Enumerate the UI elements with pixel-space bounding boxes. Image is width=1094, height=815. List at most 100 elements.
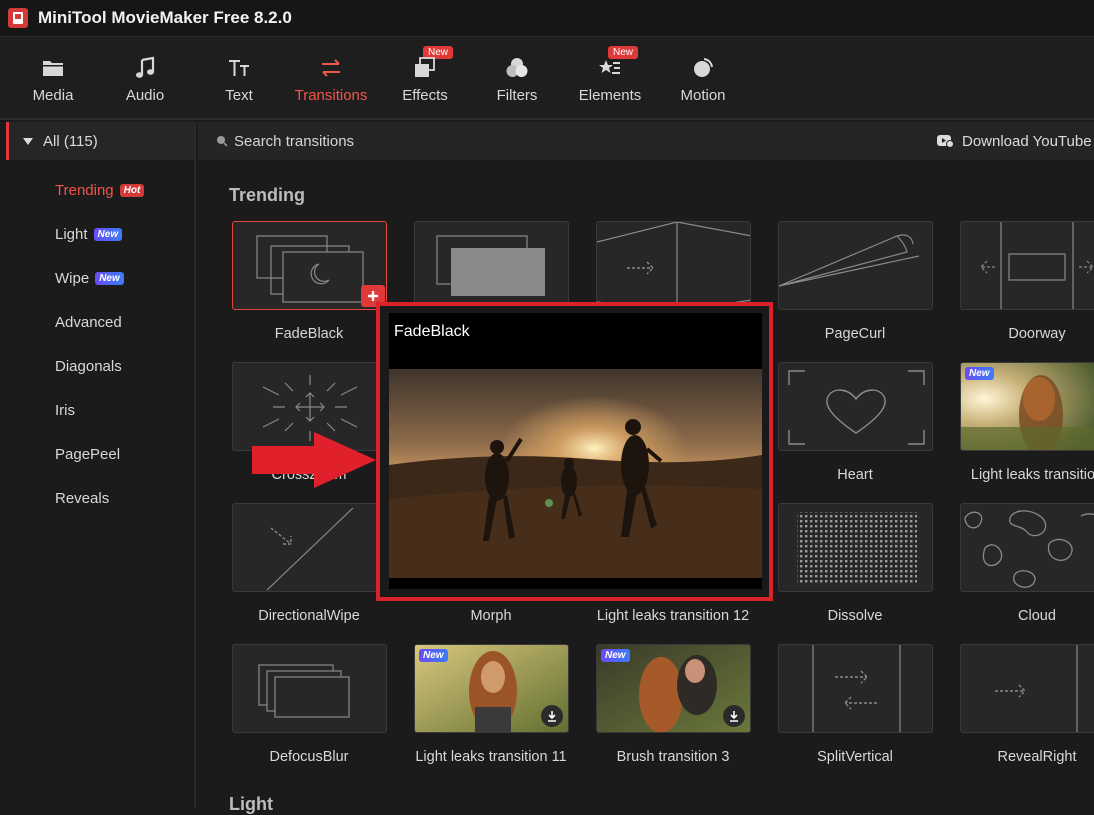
tab-effects[interactable]: New Effects <box>379 37 471 119</box>
category-label: PagePeel <box>55 446 121 463</box>
preview-title: FadeBlack <box>394 323 470 340</box>
circles-icon <box>504 55 530 81</box>
search-input[interactable] <box>234 132 534 150</box>
layers-icon <box>412 55 438 81</box>
transition-card-light-leaks-11[interactable]: New <box>414 644 569 733</box>
youtube-download-icon <box>937 135 954 148</box>
revealright-thumbnail <box>995 645 1078 732</box>
transition-card-light-leaks[interactable]: New <box>960 362 1094 451</box>
category-label: Light <box>55 226 88 243</box>
tab-transitions-label: Transitions <box>294 87 368 104</box>
card-label: Brush transition 3 <box>616 749 730 765</box>
transition-card-revealright[interactable] <box>960 644 1094 733</box>
transition-card-cloud[interactable] <box>960 503 1094 592</box>
category-pagepeel[interactable]: PagePeel <box>55 446 120 463</box>
category-advanced[interactable]: Advanced <box>55 314 122 331</box>
app-logo-icon <box>8 8 28 28</box>
heart-thumbnail <box>788 370 925 445</box>
category-all[interactable]: All (115) <box>6 122 194 160</box>
transition-card[interactable] <box>414 221 569 310</box>
transition-card-dissolve[interactable] <box>778 503 933 592</box>
transition-card-heart[interactable] <box>778 362 933 451</box>
music-note-icon <box>132 55 158 81</box>
tab-media-label: Media <box>32 87 74 104</box>
card-label: Doorway <box>1008 326 1066 342</box>
category-sidebar: All (115) Trending Hot Light New Wipe Ne… <box>0 122 196 808</box>
swap-arrows-icon <box>318 55 344 81</box>
card-label: Morph <box>470 608 512 624</box>
hot-badge: Hot <box>119 184 145 197</box>
tab-text-label: Text <box>225 87 253 104</box>
category-diagonals[interactable]: Diagonals <box>55 358 122 375</box>
tab-text[interactable]: Text <box>193 37 285 119</box>
card-label: SplitVertical <box>817 749 893 765</box>
cloud-thumbnail <box>964 510 1094 588</box>
transition-card[interactable] <box>596 221 751 310</box>
motion-icon <box>690 55 716 81</box>
download-icon[interactable] <box>541 705 563 727</box>
tab-effects-label: Effects <box>402 87 448 104</box>
transition-card-splitvertical[interactable] <box>778 644 933 733</box>
category-label: Diagonals <box>55 358 122 375</box>
card-label: Cloud <box>1018 608 1056 624</box>
transition-card-doorway[interactable] <box>960 221 1094 310</box>
tab-transitions[interactable]: Transitions <box>285 37 377 119</box>
text-icon <box>226 55 252 81</box>
card-label: Heart <box>837 467 873 483</box>
card-label: Light leaks transition 12 <box>596 608 750 624</box>
download-icon[interactable] <box>723 705 745 727</box>
card-label: Light leaks transition <box>970 467 1094 483</box>
tab-elements[interactable]: New Elements <box>564 37 656 119</box>
search-bar: Download YouTube V <box>198 122 1094 160</box>
new-badge: New <box>93 228 123 241</box>
transition-card-brush-3[interactable]: New <box>596 644 751 733</box>
tab-motion[interactable]: Motion <box>657 37 749 119</box>
main-toolbar: Media Audio Text Transitions New Effects… <box>0 36 1094 120</box>
download-youtube-label: Download YouTube V <box>962 132 1094 150</box>
new-badge: New <box>601 649 630 662</box>
folder-icon <box>40 55 66 81</box>
tab-filters-label: Filters <box>496 87 538 104</box>
transition-card-directionalwipe[interactable] <box>232 503 387 592</box>
card-label: RevealRight <box>997 749 1077 765</box>
annotation-arrow-icon <box>250 432 378 493</box>
transition-card-defocusblur[interactable] <box>232 644 387 733</box>
new-badge: New <box>95 272 124 285</box>
category-iris[interactable]: Iris <box>55 402 75 419</box>
new-badge: New <box>965 367 994 380</box>
card-label: DefocusBlur <box>269 749 349 765</box>
expand-triangle-icon <box>23 137 33 145</box>
splitvertical-thumbnail <box>812 645 901 732</box>
tab-motion-label: Motion <box>680 87 726 104</box>
section-title-trending: Trending <box>229 185 305 205</box>
category-light[interactable]: Light New <box>55 226 123 243</box>
section-title-light: Light <box>229 794 273 814</box>
card-label: FadeBlack <box>274 326 344 342</box>
pagecurl-thumbnail <box>779 234 920 287</box>
card-label: PageCurl <box>824 326 886 342</box>
directionalwipe-thumbnail <box>266 507 354 591</box>
category-reveals[interactable]: Reveals <box>55 490 109 507</box>
category-label: Trending <box>55 182 114 199</box>
category-label: Advanced <box>55 314 122 331</box>
tab-audio[interactable]: Audio <box>99 37 191 119</box>
card-label: DirectionalWipe <box>258 608 360 624</box>
preview-frame: FadeBlack <box>389 313 762 589</box>
transition-card-pagecurl[interactable] <box>778 221 933 310</box>
category-trending[interactable]: Trending Hot <box>55 182 145 199</box>
card-label: Dissolve <box>827 608 883 624</box>
dissolve-thumbnail <box>797 512 917 584</box>
transition-preview-popup: FadeBlack <box>376 302 773 601</box>
category-all-label: All (115) <box>43 132 98 150</box>
category-wipe[interactable]: Wipe New <box>55 270 124 287</box>
tab-filters[interactable]: Filters <box>471 37 563 119</box>
category-label: Wipe <box>55 270 90 287</box>
plus-icon <box>368 291 378 301</box>
download-youtube-button[interactable]: Download YouTube V <box>936 122 1094 160</box>
tab-audio-label: Audio <box>125 87 165 104</box>
category-label: Reveals <box>55 490 110 507</box>
transition-thumbnail <box>436 235 545 296</box>
tab-media[interactable]: Media <box>7 37 99 119</box>
category-label: Iris <box>55 402 75 419</box>
defocusblur-thumbnail <box>258 664 350 718</box>
